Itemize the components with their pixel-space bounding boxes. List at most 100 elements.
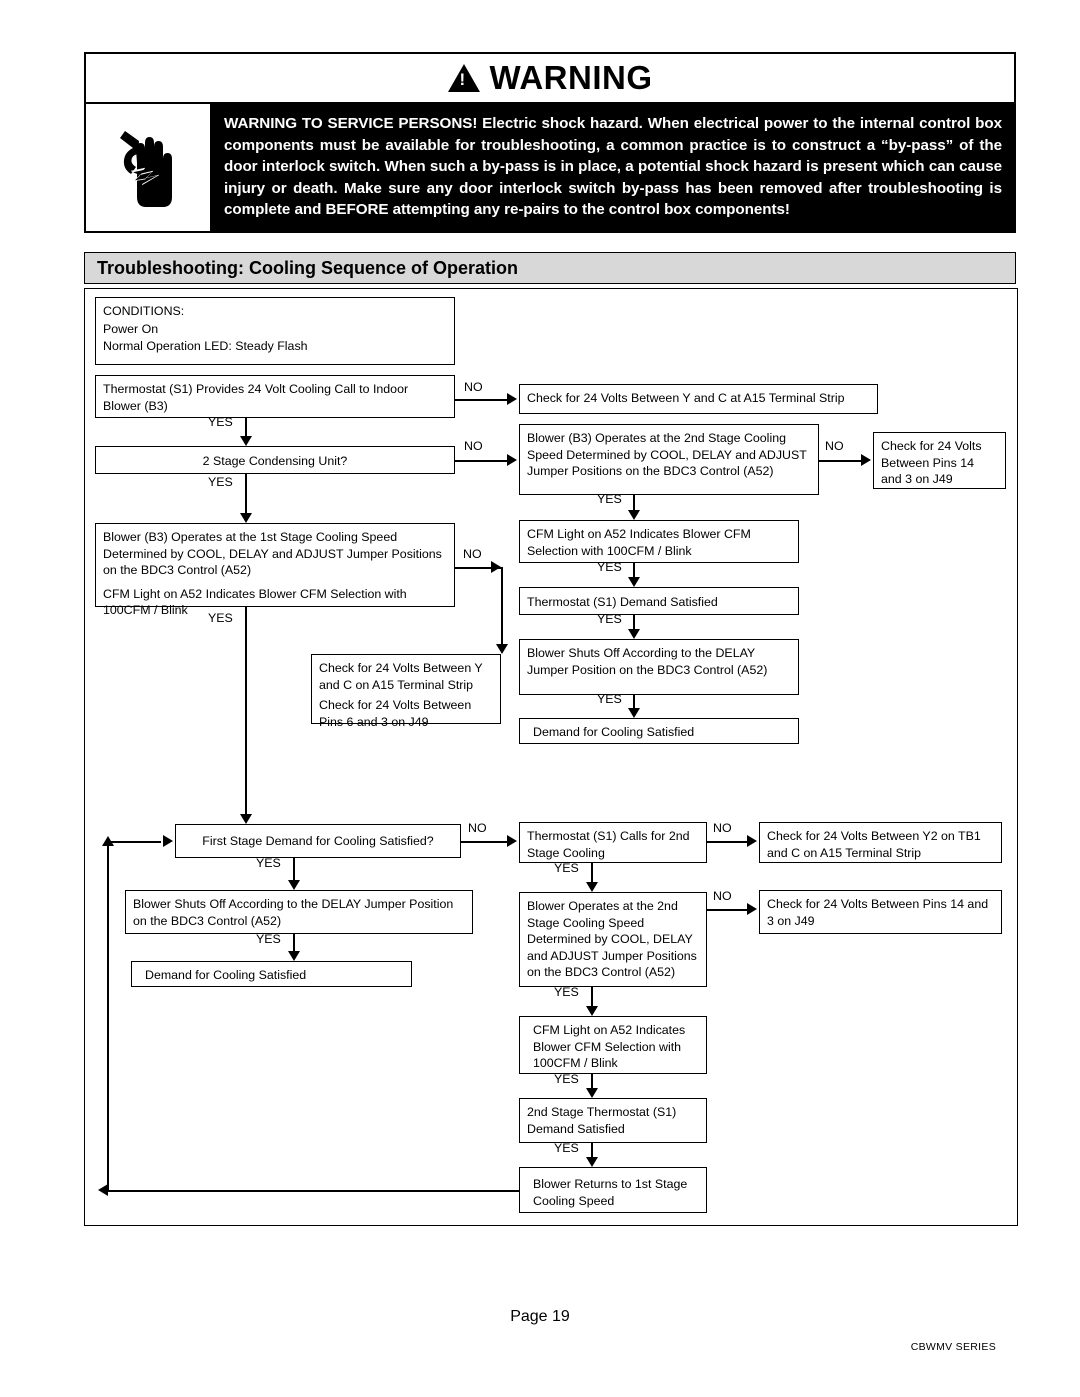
- check-y-c-a15-text: Check for 24 Volts Between Y and C at A1…: [527, 391, 845, 405]
- edge-feedback-up-arrowhead: [102, 836, 114, 846]
- flow-box-cfm-light-top: CFM Light on A52 Indicates Blower CFM Se…: [519, 520, 799, 563]
- flow-box-check-y-c-a15: Check for 24 Volts Between Y and C at A1…: [519, 384, 878, 414]
- flow-box-two-stage-unit: 2 Stage Condensing Unit?: [95, 446, 455, 474]
- edge-thermo2nd-no: [707, 841, 749, 843]
- edge-feedback-bottom: [107, 1190, 519, 1192]
- blower-1st-stage-part-a: Blower (B3) Operates at the 1st Stage Co…: [103, 530, 442, 577]
- edge-thermo2nd-no-arrowhead: [747, 835, 757, 847]
- edge-firststage-no-arrowhead: [507, 835, 517, 847]
- flow-box-demand-satisfied-bottom: Demand for Cooling Satisfied: [131, 961, 412, 987]
- conditions-line-3: Normal Operation LED: Steady Flash: [103, 339, 308, 353]
- edge-blower2nd-no-arrowhead: [861, 454, 871, 466]
- conditions-line-1: CONDITIONS:: [103, 304, 185, 318]
- flow-box-first-stage-demand: First Stage Demand for Cooling Satisfied…: [175, 824, 461, 858]
- edge-thermo2nd-yes-arrowhead: [586, 882, 598, 892]
- edge-label-no: NO: [713, 889, 732, 903]
- check-volts-dual-part-b: Check for 24 Volts Between Pins 6 and 3 …: [319, 698, 472, 729]
- edge-two-stage-no: [455, 460, 509, 462]
- blower-shuts-off-bottom-text: Blower Shuts Off According to the DELAY …: [133, 897, 454, 928]
- edge-blowerop2nd-no-arrowhead: [747, 903, 757, 915]
- flow-box-blower-1st-stage: Blower (B3) Operates at the 1st Stage Co…: [95, 523, 455, 617]
- edge-cfm-bottom-yes-arrowhead: [586, 1088, 598, 1098]
- warning-triangle-icon: [447, 64, 480, 92]
- flow-box-blower-shuts-off-bottom: Blower Shuts Off According to the DELAY …: [125, 890, 473, 934]
- edge-firststage-no: [461, 841, 509, 843]
- edge-blowerop2nd-no: [707, 909, 749, 911]
- edge-blower2nd-yes-arrowhead: [628, 510, 640, 520]
- cfm-light-bottom-text: CFM Light on A52 Indicates Blower CFM Se…: [533, 1023, 686, 1070]
- edge-label-no: NO: [464, 439, 483, 453]
- edge-thermostat-yes-arrowhead: [240, 436, 252, 446]
- warning-body-text: WARNING TO SERVICE PERSONS! Electric sho…: [224, 115, 1002, 219]
- thermostat-2nd-satisfied-text: 2nd Stage Thermostat (S1) Demand Satisfi…: [527, 1105, 677, 1136]
- conditions-line-2: Power On: [103, 321, 159, 336]
- flow-box-check-volts-dual: Check for 24 Volts Between Y and C on A1…: [311, 654, 501, 729]
- edge-shutsoff-top-yes-arrowhead: [628, 708, 640, 718]
- edge-blower1st-yes-arrowhead: [240, 814, 252, 824]
- check-volts-dual-part-a: Check for 24 Volts Between Y and C on A1…: [319, 661, 483, 692]
- edge-blowerop2nd-yes-arrowhead: [586, 1006, 598, 1016]
- flow-box-cfm-light-bottom: CFM Light on A52 Indicates Blower CFM Se…: [519, 1016, 707, 1074]
- edge-firststage-yes-arrowhead: [288, 880, 300, 890]
- edge-label-yes: YES: [256, 932, 281, 946]
- flow-box-demand-satisfied-top: Demand for Cooling Satisfied: [519, 718, 799, 744]
- first-stage-demand-text: First Stage Demand for Cooling Satisfied…: [202, 834, 434, 848]
- edge-shutsoff-bottom-yes-arrowhead: [288, 951, 300, 961]
- flowchart-canvas: CONDITIONS: Power On Normal Operation LE…: [85, 289, 1019, 1227]
- warning-banner: WARNING WARNING TO SERVICE PERSONS! Elec…: [84, 52, 1016, 233]
- edge-blower1st-yes: [245, 607, 247, 819]
- flow-box-check-y2-tb1: Check for 24 Volts Between Y2 on TB1 and…: [759, 822, 1002, 863]
- edge-label-no: NO: [825, 439, 844, 453]
- flow-box-blower-2nd-stage-top: Blower (B3) Operates at the 2nd Stage Co…: [519, 424, 819, 495]
- edge-label-yes: YES: [554, 1141, 579, 1155]
- blower-returns-1st-text: Blower Returns to 1st Stage Cooling Spee…: [533, 1177, 688, 1208]
- page-number: Page 19: [510, 1308, 570, 1325]
- flow-box-blower-returns-1st: Blower Returns to 1st Stage Cooling Spee…: [519, 1167, 707, 1213]
- flow-box-blower-shuts-off-top: Blower Shuts Off According to the DELAY …: [519, 639, 799, 695]
- check-pins-14-3-bottom-text: Check for 24 Volts Between Pins 14 and 3…: [767, 897, 989, 928]
- warning-title: WARNING: [489, 59, 653, 96]
- flow-box-check-pins-14-3-top: Check for 24 Volts Between Pins 14 and 3…: [873, 432, 1006, 489]
- blower-shuts-off-top-text: Blower Shuts Off According to the DELAY …: [527, 646, 768, 677]
- edge-two-stage-no-arrowhead: [507, 454, 517, 466]
- flow-box-blower-operates-2nd: Blower Operates at the 2nd Stage Cooling…: [519, 892, 707, 987]
- section-title-bar: Troubleshooting: Cooling Sequence of Ope…: [84, 252, 1016, 284]
- electric-shock-hand-icon: [86, 104, 212, 231]
- edge-label-yes: YES: [554, 861, 579, 875]
- flow-box-thermostat-call: Thermostat (S1) Provides 24 Volt Cooling…: [95, 375, 455, 418]
- edge-label-no: NO: [463, 547, 482, 561]
- edge-feedback-left: [107, 841, 109, 1191]
- blower-1st-stage-part-b: CFM Light on A52 Indicates Blower CFM Se…: [103, 586, 407, 618]
- edge-label-yes: YES: [256, 856, 281, 870]
- edge-thermostat-no: [455, 399, 509, 401]
- edge-blower1st-no-arrowhead: [491, 561, 501, 573]
- demand-satisfied-bottom-text: Demand for Cooling Satisfied: [145, 968, 307, 982]
- page-title: Troubleshooting: Cooling Sequence of Ope…: [97, 257, 518, 278]
- edge-label-no: NO: [713, 821, 732, 835]
- blower-2nd-stage-top-text: Blower (B3) Operates at the 2nd Stage Co…: [527, 431, 807, 478]
- edge-blower1st-no-v: [501, 567, 503, 649]
- edge-cfm-top-yes-arrowhead: [628, 577, 640, 587]
- edge-feedback-top: [107, 841, 161, 843]
- check-y2-tb1-text: Check for 24 Volts Between Y2 on TB1 and…: [767, 829, 981, 860]
- warning-body-row: WARNING TO SERVICE PERSONS! Electric sho…: [86, 104, 1014, 231]
- warning-title-row: WARNING: [86, 54, 1014, 104]
- edge-label-no: NO: [468, 821, 487, 835]
- edge-thermo2ndsat-yes-arrowhead: [586, 1157, 598, 1167]
- edge-blower2nd-no: [819, 460, 863, 462]
- edge-label-yes: YES: [554, 985, 579, 999]
- flowchart-frame: CONDITIONS: Power On Normal Operation LE…: [84, 288, 1018, 1226]
- flow-box-thermostat-satisfied-top: Thermostat (S1) Demand Satisfied: [519, 587, 799, 615]
- edge-feedback-top-arrowhead: [163, 835, 173, 847]
- two-stage-unit-text: 2 Stage Condensing Unit?: [202, 454, 348, 468]
- flow-box-thermostat-calls-2nd: Thermostat (S1) Calls for 2nd Stage Cool…: [519, 822, 707, 863]
- series-label: CBWMV SERIES: [910, 1341, 996, 1353]
- flow-box-check-pins-14-3-bottom: Check for 24 Volts Between Pins 14 and 3…: [759, 890, 1002, 934]
- edge-label-no: NO: [464, 380, 483, 394]
- thermostat-satisfied-top-text: Thermostat (S1) Demand Satisfied: [527, 595, 718, 609]
- edge-thermostat-no-arrowhead: [507, 393, 517, 405]
- edge-two-stage-yes-arrowhead: [240, 513, 252, 523]
- demand-satisfied-top-text: Demand for Cooling Satisfied: [533, 725, 695, 739]
- blower-operates-2nd-text: Blower Operates at the 2nd Stage Cooling…: [527, 899, 697, 979]
- check-pins-14-3-top-text: Check for 24 Volts Between Pins 14 and 3…: [881, 439, 982, 486]
